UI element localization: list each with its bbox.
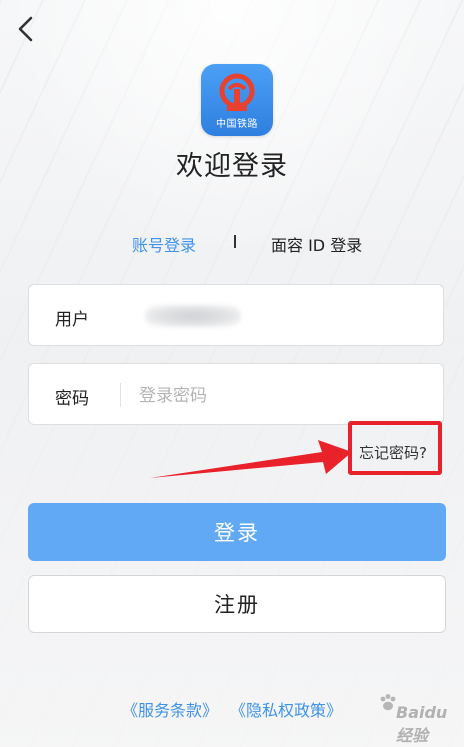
login-button[interactable]: 登录 <box>28 503 446 561</box>
password-input[interactable] <box>137 380 421 412</box>
forgot-password-link[interactable]: 忘记密码? <box>359 442 427 463</box>
railway-emblem-icon <box>219 73 255 111</box>
paw-icon <box>380 694 396 711</box>
field-divider <box>120 383 121 407</box>
app-logo: 中国铁路 <box>201 64 273 136</box>
username-field[interactable]: 用户 <box>28 284 444 346</box>
terms-of-service-link[interactable]: 《服务条款》 <box>122 701 218 720</box>
username-label: 用户 <box>55 310 89 330</box>
footer-links: 《服务条款》 《隐私权政策》 <box>122 697 342 721</box>
password-field[interactable]: 密码 <box>28 363 444 425</box>
chevron-left-icon <box>18 16 33 42</box>
tab-face-id-login[interactable]: 面容 ID 登录 <box>271 232 362 256</box>
username-value-blurred <box>145 305 241 327</box>
page-title: 欢迎登录 <box>176 151 288 182</box>
baidu-watermark: Baidu 经验 <box>338 693 462 745</box>
login-tabs: 账号登录 面容 ID 登录 <box>0 232 464 256</box>
password-label: 密码 <box>55 389 89 409</box>
tab-divider <box>234 235 236 248</box>
logo-text: 中国铁路 <box>216 119 258 130</box>
privacy-policy-link[interactable]: 《隐私权政策》 <box>230 701 342 720</box>
register-button[interactable]: 注册 <box>28 575 446 633</box>
back-button[interactable] <box>12 14 42 44</box>
tab-account-login[interactable]: 账号登录 <box>132 232 196 256</box>
watermark-text: Baidu 经验 <box>396 703 448 745</box>
